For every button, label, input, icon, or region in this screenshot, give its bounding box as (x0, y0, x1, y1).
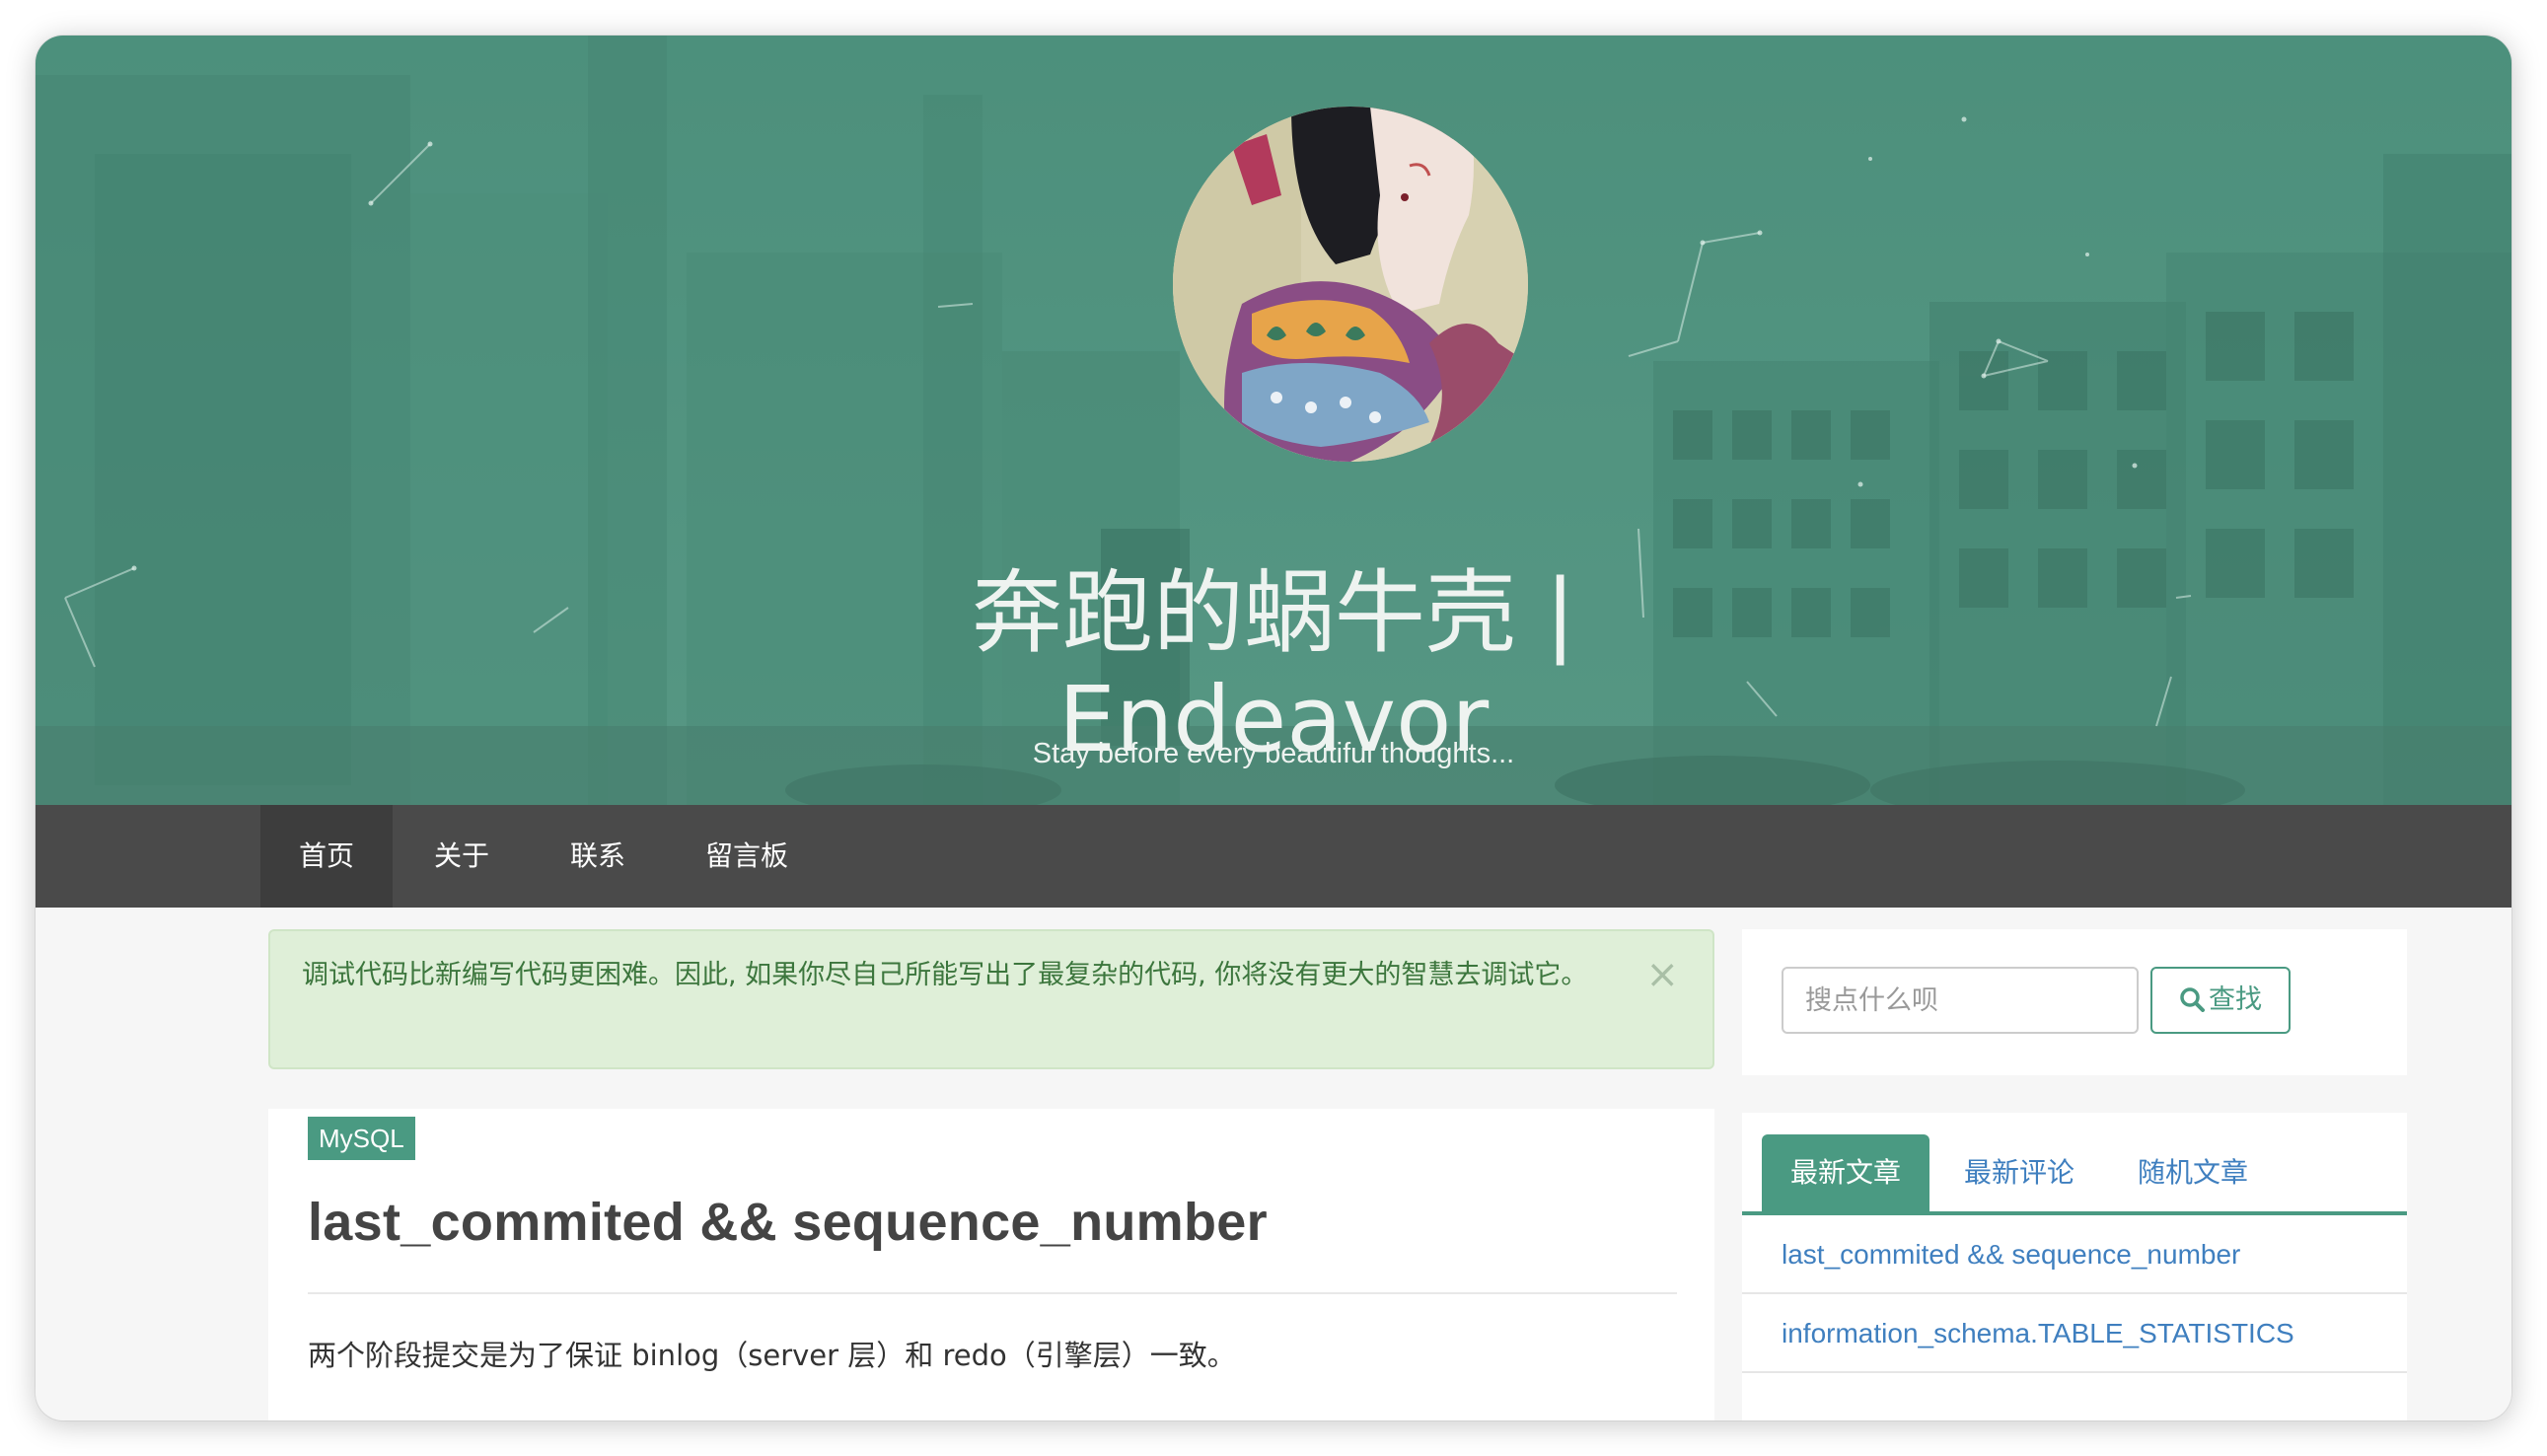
nav-item-about[interactable]: 关于 (397, 805, 527, 908)
search-button[interactable]: 查找 (2150, 967, 2291, 1034)
post-title[interactable]: last_commited && sequence_number (308, 1188, 1268, 1257)
list-item[interactable]: last_commited && sequence_number (1742, 1215, 2407, 1294)
browser-window: 奔跑的蜗牛壳 | Endeavor Stay before every beau… (36, 36, 2511, 1420)
nav-item-contact[interactable]: 联系 (531, 805, 665, 908)
site-subtitle: Stay before every beautiful thoughts... (1032, 738, 1515, 769)
category-tag[interactable]: MySQL (308, 1117, 415, 1160)
tab-latest-posts[interactable]: 最新文章 (1762, 1134, 1929, 1211)
alert-text: 调试代码比新编写代码更困难。因此, 如果你尽自己所能写出了最复杂的代码, 你将没… (302, 960, 1588, 990)
header-banner: 奔跑的蜗牛壳 | Endeavor Stay before every beau… (36, 36, 2511, 805)
quote-alert: 调试代码比新编写代码更困难。因此, 如果你尽自己所能写出了最复杂的代码, 你将没… (268, 929, 1714, 1069)
tab-random-posts[interactable]: 随机文章 (2109, 1134, 2277, 1211)
search-button-label: 查找 (2209, 984, 2262, 1015)
avatar (1173, 107, 1528, 462)
main-nav: 首页 关于 联系 留言板 (36, 805, 2511, 908)
nav-item-home[interactable]: 首页 (260, 805, 393, 908)
post-divider (308, 1292, 1677, 1294)
list-item[interactable]: information_schema.TABLE_STATISTICS (1742, 1294, 2407, 1373)
post-card: MySQL last_commited && sequence_number 两… (268, 1109, 1714, 1420)
nav-item-guestbook[interactable]: 留言板 (665, 805, 829, 908)
post-excerpt: 两个阶段提交是为了保证 binlog（server 层）和 redo（引擎层）一… (308, 1339, 1236, 1372)
search-panel: 查找 (1742, 929, 2407, 1075)
site-title-line1[interactable]: 奔跑的蜗牛壳 | (36, 560, 2511, 667)
search-icon (2180, 987, 2205, 1012)
tab-latest-comments[interactable]: 最新评论 (1935, 1134, 2103, 1211)
search-input[interactable] (1782, 967, 2139, 1034)
close-icon[interactable]: × (1645, 955, 1679, 994)
sidebar-tabs-panel: 最新文章 最新评论 随机文章 last_commited && sequence… (1742, 1113, 2407, 1420)
